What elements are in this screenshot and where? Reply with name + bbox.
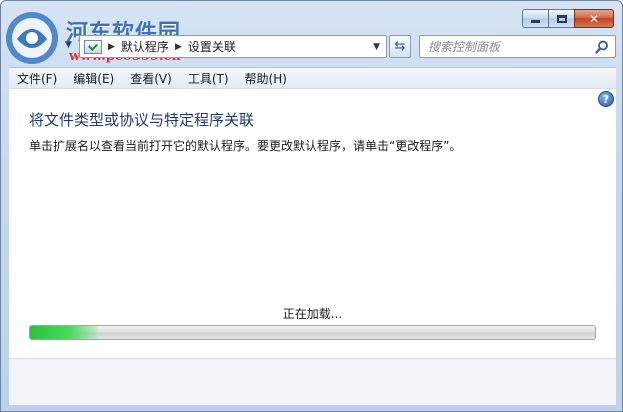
minimize-icon [531, 20, 540, 23]
page-title: 将文件类型或协议与特定程序关联 [29, 111, 255, 129]
search-placeholder: 搜索控制面板 [428, 40, 501, 54]
menu-help[interactable]: 帮助(H) [237, 70, 295, 87]
refresh-icon: ⇆ [394, 39, 406, 54]
site-logo [3, 9, 61, 67]
loading-status: 正在加载... [282, 307, 343, 321]
address-dropdown-icon[interactable]: ▼ [373, 42, 380, 52]
close-icon: ✕ [588, 11, 600, 26]
search-icon[interactable] [595, 40, 609, 54]
caption-buttons: ✕ [522, 9, 614, 29]
menu-edit[interactable]: 编辑(E) [65, 70, 122, 87]
bottom-panel [9, 358, 616, 405]
menu-file[interactable]: 文件(F) [9, 70, 65, 87]
menu-bar: 文件(F) 编辑(E) 查看(V) 工具(T) 帮助(H) [9, 67, 616, 88]
control-panel-icon [84, 39, 102, 54]
breadcrumb-default-programs[interactable]: 默认程序 [121, 38, 169, 55]
maximize-button[interactable] [548, 9, 574, 28]
progress-fill [30, 326, 98, 339]
address-bar[interactable]: ▶ 默认程序 ▶ 设置关联 ▼ [79, 35, 387, 58]
breadcrumb-separator-icon[interactable]: ▶ [175, 42, 182, 52]
recent-pages-dropdown-icon[interactable]: ▼ [65, 40, 72, 50]
menu-tools[interactable]: 工具(T) [180, 70, 237, 87]
close-button[interactable]: ✕ [574, 9, 614, 28]
menu-view[interactable]: 查看(V) [122, 70, 180, 87]
maximize-icon [556, 14, 567, 23]
breadcrumb-separator-icon[interactable]: ▶ [108, 42, 115, 52]
control-panel-window: 河东软件园 www.pc0359.cn ✕ ▼ ▶ 默认程序 ▶ 设置关联 ▼ … [0, 0, 623, 412]
loading-progress-bar [29, 325, 596, 340]
search-input[interactable]: 搜索控制面板 [419, 35, 616, 58]
help-icon[interactable]: ? [598, 91, 614, 107]
refresh-button[interactable]: ⇆ [389, 35, 411, 58]
main-content: ? 将文件类型或协议与特定程序关联 单击扩展名以查看当前打开它的默认程序。要更改… [9, 88, 616, 358]
page-description: 单击扩展名以查看当前打开它的默认程序。要更改默认程序，请单击“更改程序”。 [29, 139, 462, 153]
minimize-button[interactable] [522, 9, 548, 28]
breadcrumb-set-associations[interactable]: 设置关联 [188, 38, 236, 55]
